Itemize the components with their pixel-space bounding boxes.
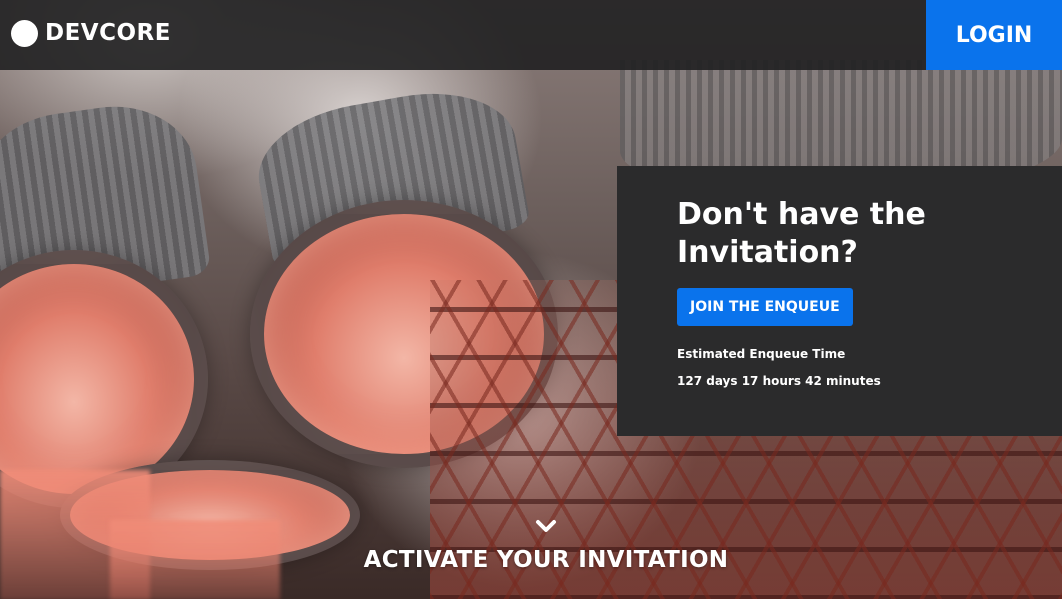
join-enqueue-button[interactable]: JOIN THE ENQUEUE	[677, 288, 853, 326]
chevron-down-icon	[536, 520, 556, 532]
brand-logo-icon	[11, 19, 38, 47]
login-button[interactable]: LOGIN	[926, 0, 1062, 70]
invitation-panel: Don't have the Invitation? JOIN THE ENQU…	[617, 166, 1062, 436]
top-header: DEVCORE LOGIN	[0, 0, 1062, 70]
brand-link[interactable]: DEVCORE	[11, 18, 171, 48]
activate-invitation-label: ACTIVATE YOUR INVITATION	[363, 547, 729, 573]
estimate-value: 127 days 17 hours 42 minutes	[677, 374, 881, 388]
activate-invitation-link[interactable]: ACTIVATE YOUR INVITATION	[0, 515, 1062, 573]
landing-page: DEVCORE LOGIN Don't have the Invitation?…	[0, 0, 1062, 599]
brand-name: DEVCORE	[45, 20, 171, 46]
invitation-title: Don't have the Invitation?	[677, 197, 926, 270]
estimate-label: Estimated Enqueue Time	[677, 347, 846, 361]
